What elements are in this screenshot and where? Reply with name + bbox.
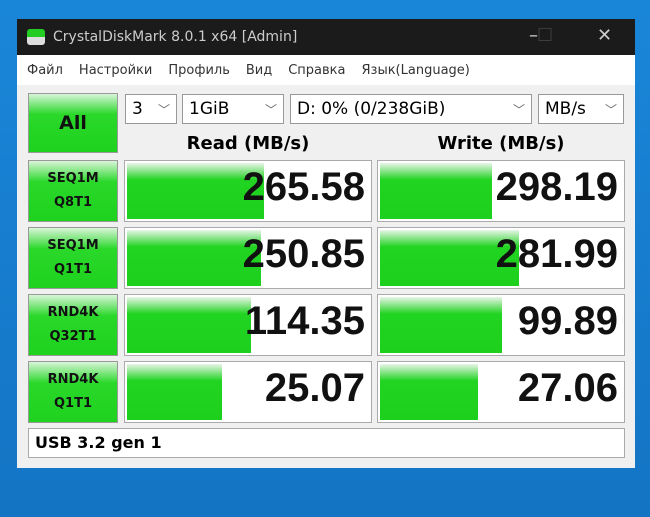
test-params: Q1T1 xyxy=(53,396,92,411)
read-result: 250.85 xyxy=(124,227,372,289)
write-result: 99.89 xyxy=(377,294,625,356)
drive-select[interactable]: D: 0% (0/238GiB) ﹀ xyxy=(290,94,532,124)
read-value: 250.85 xyxy=(242,232,365,276)
menu-settings[interactable]: Настройки xyxy=(79,63,152,78)
title-bar: CrystalDiskMark 8.0.1 x64 [Admin] – ☐ ✕ xyxy=(17,19,635,55)
read-value: 114.35 xyxy=(244,299,365,343)
read-value: 25.07 xyxy=(264,366,365,410)
drive-value: D: 0% (0/238GiB) xyxy=(297,99,446,119)
read-bar xyxy=(127,297,252,353)
test-params: Q32T1 xyxy=(49,329,97,344)
read-header: Read (MB/s) xyxy=(186,133,310,154)
write-value: 27.06 xyxy=(517,366,618,410)
window-title: CrystalDiskMark 8.0.1 x64 [Admin] xyxy=(53,29,298,45)
test-params: Q1T1 xyxy=(53,262,92,277)
maximize-button[interactable]: ☐ xyxy=(537,25,553,46)
unit-value: MB/s xyxy=(545,99,586,119)
test-name: RND4K xyxy=(47,372,99,387)
write-bar xyxy=(380,163,493,219)
size-value: 1GiB xyxy=(189,99,230,119)
all-button[interactable]: All xyxy=(28,93,118,153)
read-result: 25.07 xyxy=(124,361,372,423)
write-result: 298.19 xyxy=(377,160,625,222)
close-button[interactable]: ✕ xyxy=(597,25,612,46)
test-button[interactable]: RND4K Q32T1 xyxy=(28,294,118,356)
menu-language[interactable]: Язык(Language) xyxy=(362,63,470,78)
menu-help[interactable]: Справка xyxy=(288,63,345,78)
count-value: 3 xyxy=(132,99,143,119)
test-name: SEQ1M xyxy=(47,238,99,253)
chevron-down-icon: ﹀ xyxy=(512,102,525,117)
read-result: 265.58 xyxy=(124,160,372,222)
test-button[interactable]: RND4K Q1T1 xyxy=(28,361,118,423)
test-name: RND4K xyxy=(47,305,99,320)
write-value: 281.99 xyxy=(495,232,618,276)
write-bar xyxy=(380,364,478,420)
write-result: 281.99 xyxy=(377,227,625,289)
size-select[interactable]: 1GiB ﹀ xyxy=(182,94,284,124)
unit-select[interactable]: MB/s ﹀ xyxy=(538,94,624,124)
status-bar: USB 3.2 gen 1 xyxy=(28,428,625,458)
app-logo-icon xyxy=(27,29,45,45)
write-value: 298.19 xyxy=(495,165,618,209)
write-header: Write (MB/s) xyxy=(437,133,565,154)
test-button[interactable]: SEQ1M Q1T1 xyxy=(28,227,118,289)
menu-profile[interactable]: Профиль xyxy=(168,63,230,78)
menu-file[interactable]: Файл xyxy=(27,63,63,78)
write-result: 27.06 xyxy=(377,361,625,423)
chevron-down-icon: ﹀ xyxy=(604,102,617,117)
chevron-down-icon: ﹀ xyxy=(264,102,277,117)
read-value: 265.58 xyxy=(242,165,365,209)
test-name: SEQ1M xyxy=(47,171,99,186)
read-result: 114.35 xyxy=(124,294,372,356)
menu-bar: Файл Настройки Профиль Вид Справка Язык(… xyxy=(17,55,635,85)
menu-view[interactable]: Вид xyxy=(246,63,272,78)
test-button[interactable]: SEQ1M Q8T1 xyxy=(28,160,118,222)
count-select[interactable]: 3 ﹀ xyxy=(125,94,177,124)
test-params: Q8T1 xyxy=(53,195,92,210)
crystaldiskmark-window: CrystalDiskMark 8.0.1 x64 [Admin] – ☐ ✕ … xyxy=(17,19,635,468)
write-value: 99.89 xyxy=(517,299,618,343)
read-bar xyxy=(127,364,223,420)
write-bar xyxy=(380,297,502,353)
chevron-down-icon: ﹀ xyxy=(157,102,170,117)
read-bar xyxy=(127,230,262,286)
